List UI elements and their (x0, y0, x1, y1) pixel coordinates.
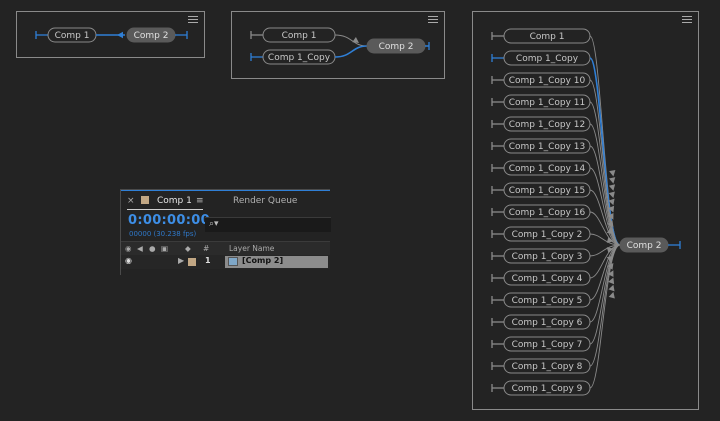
node-comp-1-copy-7[interactable]: Comp 1_Copy 7 (503, 336, 591, 352)
lock-icon[interactable]: ▣ (161, 244, 168, 253)
node-comp-2[interactable]: Comp 2 (126, 27, 176, 43)
node-comp-1-copy-15-label: Comp 1_Copy 15 (509, 186, 586, 196)
connection-arrow-icon (608, 184, 616, 191)
node-comp-1-copy-7-label: Comp 1_Copy 7 (512, 340, 583, 350)
node-comp-1-copy-12-label: Comp 1_Copy 12 (509, 120, 586, 130)
node-comp-2-label: Comp 2 (379, 42, 414, 52)
comp-color-swatch (141, 196, 149, 204)
solo-icon[interactable]: ● (149, 244, 156, 253)
flowchart-panel-medium: Comp 1 Comp 1_Copy Comp 2 (231, 11, 445, 79)
node-comp-1-copy-16[interactable]: Comp 1_Copy 16 (503, 204, 591, 220)
node-comp-1-copy-3-label: Comp 1_Copy 3 (512, 252, 583, 262)
tab-menu-icon[interactable]: ≡ (196, 196, 204, 206)
node-comp-1-copy-8-label: Comp 1_Copy 8 (512, 362, 583, 372)
node-comp-1-copy[interactable]: Comp 1_Copy (503, 50, 591, 66)
node-comp-1-label: Comp 1 (55, 31, 90, 41)
frame-rate-info: 00000 (30.238 fps) (129, 230, 197, 238)
flowchart-panel-small: Comp 1 Comp 2 (16, 11, 205, 58)
connection-arrow-icon (352, 36, 359, 43)
connection-arrow-icon (117, 31, 123, 39)
node-comp-1-label: Comp 1 (282, 31, 317, 41)
audio-icon[interactable]: ◀ (137, 244, 143, 253)
node-comp-1-copy-11-label: Comp 1_Copy 11 (509, 98, 586, 108)
node-comp-2-label: Comp 2 (627, 241, 662, 251)
node-comp-1-copy-11[interactable]: Comp 1_Copy 11 (503, 94, 591, 110)
node-comp-1-copy-12[interactable]: Comp 1_Copy 12 (503, 116, 591, 132)
layer-number: 1 (205, 256, 211, 265)
node-comp-1[interactable]: Comp 1 (47, 27, 97, 43)
expand-arrow-icon[interactable]: ▶ (178, 256, 184, 265)
node-comp-1-copy-6[interactable]: Comp 1_Copy 6 (503, 314, 591, 330)
node-comp-2[interactable]: Comp 2 (366, 38, 426, 54)
node-comp-1-copy-4-label: Comp 1_Copy 4 (512, 274, 583, 284)
visibility-eye-icon[interactable]: ◉ (125, 256, 132, 265)
node-comp-1-copy-14-label: Comp 1_Copy 14 (509, 164, 586, 174)
node-comp-1-copy-10-label: Comp 1_Copy 10 (509, 76, 586, 86)
node-comp-2[interactable]: Comp 2 (619, 237, 669, 253)
node-comp-1-copy-5[interactable]: Comp 1_Copy 5 (503, 292, 591, 308)
close-tab-icon[interactable]: × (127, 196, 135, 206)
node-comp-1-copy-label: Comp 1_Copy (268, 53, 331, 63)
connection-arrow-icon (609, 169, 616, 177)
search-icon: ⌕▾ (209, 219, 219, 229)
current-timecode[interactable]: 0:00:00:00 (128, 213, 210, 228)
node-comp-1-copy-14[interactable]: Comp 1_Copy 14 (503, 160, 591, 176)
comp-layer-icon (228, 257, 238, 266)
eye-icon[interactable]: ◉ (125, 244, 132, 253)
node-comp-1-copy-label: Comp 1_Copy (516, 54, 579, 64)
tab-render-queue[interactable]: Render Queue (233, 196, 297, 206)
node-comp-1-copy-13[interactable]: Comp 1_Copy 13 (503, 138, 591, 154)
connection-arrow-icon (608, 284, 615, 292)
tab-comp-1[interactable]: Comp 1 (157, 196, 192, 206)
node-comp-1[interactable]: Comp 1 (262, 27, 336, 43)
layer-name[interactable]: [Comp 2] (242, 256, 283, 265)
layer-column-header: ◉ ◀ ● ▣ ◆ # Layer Name (121, 241, 330, 255)
active-tab-underline (127, 209, 203, 210)
column-layer-name-header[interactable]: Layer Name (229, 244, 274, 253)
layer-label-swatch[interactable] (188, 258, 196, 266)
node-comp-1-copy-15[interactable]: Comp 1_Copy 15 (503, 182, 591, 198)
label-tag-icon[interactable]: ◆ (185, 244, 191, 253)
flowchart-canvas-2: Comp 1 Comp 1_Copy Comp 2 (250, 27, 430, 65)
node-comp-1-copy-8[interactable]: Comp 1_Copy 8 (503, 358, 591, 374)
node-comp-1-copy-10[interactable]: Comp 1_Copy 10 (503, 72, 591, 88)
layer-row[interactable]: ◉ ▶ 1 [Comp 2] (121, 255, 330, 269)
column-number-header: # (203, 244, 210, 253)
flowchart-canvas-1: Comp 1 Comp 2 (35, 27, 188, 43)
node-comp-1-copy-6-label: Comp 1_Copy 6 (512, 318, 583, 328)
active-panel-indicator (121, 190, 330, 191)
node-comp-2-label: Comp 2 (134, 31, 169, 41)
node-comp-1-copy-9-label: Comp 1_Copy 9 (512, 384, 583, 394)
node-comp-1-copy[interactable]: Comp 1_Copy (262, 49, 336, 65)
node-comp-1[interactable]: Comp 1 (503, 28, 591, 44)
connection-line (589, 244, 621, 323)
flowchart-panel-large: Comp 1 Comp 1_Copy Comp 1_Copy 10 Comp 1_Co… (472, 11, 699, 410)
node-comp-1-copy-2-label: Comp 1_Copy 2 (512, 230, 583, 240)
flowchart-canvas-3: Comp 1 Comp 1_Copy Comp 1_Copy 10 Comp 1_Co… (491, 28, 681, 396)
layer-search-input[interactable]: ⌕▾ (205, 217, 331, 232)
node-comp-1-label: Comp 1 (530, 32, 565, 42)
connection-arrow-icon (608, 191, 615, 199)
connection-line (334, 34, 368, 47)
connection-arrow-icon (608, 291, 615, 299)
node-comp-1-copy-3[interactable]: Comp 1_Copy 3 (503, 248, 591, 264)
node-comp-1-copy-5-label: Comp 1_Copy 5 (512, 296, 583, 306)
node-comp-1-copy-4[interactable]: Comp 1_Copy 4 (503, 270, 591, 286)
timeline-panel: × Comp 1 ≡ Render Queue 0:00:00:00 00000… (120, 189, 331, 275)
node-comp-1-copy-16-label: Comp 1_Copy 16 (509, 208, 586, 218)
node-comp-1-copy-2[interactable]: Comp 1_Copy 2 (503, 226, 591, 242)
connection-arrow-icon (609, 177, 616, 184)
node-comp-1-copy-13-label: Comp 1_Copy 13 (509, 142, 586, 152)
connection-arrow-icon (608, 277, 615, 285)
connection-line (334, 45, 368, 58)
connection-line (589, 244, 621, 301)
node-comp-1-copy-9[interactable]: Comp 1_Copy 9 (503, 380, 591, 396)
